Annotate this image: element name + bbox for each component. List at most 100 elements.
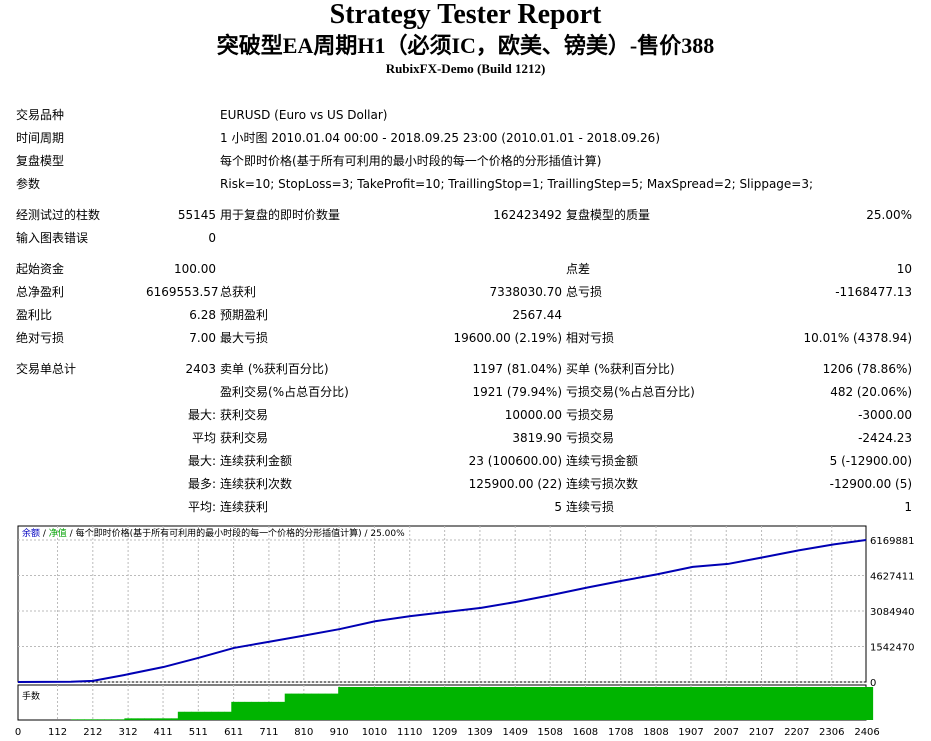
model-label: 复盘模型 — [16, 154, 65, 168]
volume-bar — [725, 687, 733, 720]
maximal-cons-profit-label: 连续获利次数 — [220, 477, 293, 491]
balance-chart: 0 1542470 3084940 4627411 6169881 0 112 212 312 4… — [14, 524, 931, 741]
volume-bar — [698, 687, 707, 720]
rel-dd-label: 相对亏损 — [566, 331, 615, 345]
volume-bar — [151, 718, 159, 720]
volume-bar — [839, 687, 847, 720]
volume-bar — [211, 711, 219, 720]
row-trades: 交易单总计 2403 卖单 (%获利百分比) 1197 (81.04%) 买单 … — [14, 357, 914, 380]
spread-value: 10 — [896, 261, 913, 276]
volume-bar — [665, 687, 673, 720]
volume-bar — [364, 687, 373, 720]
volume-bar — [398, 687, 406, 720]
max-dd-value: 19600.00 (2.19%) — [453, 330, 563, 345]
x-tick-label: 1409 — [502, 727, 527, 738]
volume-bar — [538, 687, 546, 720]
model-value: 每个即时价格(基于所有可利用的最小时段的每一个价格的分形插值计算) — [220, 154, 602, 168]
x-tick-label: 2306 — [819, 727, 844, 738]
volume-bar — [712, 687, 720, 720]
volume-bar — [498, 687, 506, 720]
report-subtitle: 突破型EA周期H1（必须IC，欧美、镑美）-售价388 — [216, 33, 715, 58]
max-cons-losses-label: 连续亏损金额 — [566, 454, 639, 468]
report-table: 交易品种 EURUSD (Euro vs US Dollar) 时间周期 1 小… — [14, 103, 914, 518]
volume-bar — [338, 687, 346, 720]
avg-cons-losses-label: 连续亏损 — [566, 500, 615, 514]
volume-bar — [845, 687, 854, 720]
volume-bar — [652, 687, 660, 720]
volume-bar — [344, 687, 352, 720]
volume-bar — [384, 687, 393, 720]
volume-bar — [632, 687, 640, 720]
volume-bar — [779, 687, 787, 720]
volume-bar — [404, 687, 413, 720]
gross-loss-value: -1168477.13 — [835, 284, 913, 299]
volume-bar — [191, 711, 199, 720]
max-dd-label: 最大亏损 — [220, 331, 269, 345]
row-average: 平均 获利交易 3819.90 亏损交易 -2424.23 — [14, 426, 914, 449]
volume-bar — [819, 687, 827, 720]
volume-bar — [224, 711, 232, 720]
volume-bar — [431, 687, 439, 720]
x-tick-label: 1808 — [643, 727, 668, 738]
trades-label: 交易单总计 — [16, 362, 77, 376]
abs-dd-label: 绝对亏损 — [16, 331, 65, 345]
volume-bar — [131, 718, 139, 720]
volume-bar — [77, 719, 85, 720]
volume-bar — [732, 687, 740, 720]
volume-bar — [124, 718, 132, 720]
x-tick-label: 1907 — [678, 727, 703, 738]
largest-profit-label: 获利交易 — [220, 408, 269, 422]
volume-bar — [518, 687, 526, 720]
avg-cons-wins-value: 5 — [554, 499, 563, 514]
volume-bar — [672, 687, 680, 720]
maximal-cons-profit-value: 125900.00 (22) — [468, 476, 563, 491]
volume-bar — [759, 687, 767, 720]
volume-bar — [805, 687, 813, 720]
volume-bar — [618, 687, 626, 720]
volume-bar — [84, 719, 92, 720]
volume-bar — [425, 687, 433, 720]
volume-bar — [411, 687, 419, 720]
volume-bar — [645, 687, 653, 720]
volume-bar — [438, 687, 446, 720]
x-tick-label: 2406 — [854, 727, 879, 738]
volume-bar — [685, 687, 693, 720]
volume-bar — [799, 687, 807, 720]
net-label: 总净盈利 — [16, 285, 65, 299]
volume-bar — [592, 687, 600, 720]
profit-trades-label: 盈利交易(%占总百分比) — [220, 385, 349, 399]
x-tick-label: 2207 — [784, 727, 809, 738]
volume-bar — [451, 687, 459, 720]
long-label: 买单 (%获利百分比) — [566, 362, 675, 376]
volume-bar — [378, 687, 386, 720]
volume-bar — [705, 687, 713, 720]
maximal-cons-loss-value: -12900.00 (5) — [829, 476, 913, 491]
row-pf: 盈利比 6.28 预期盈利 2567.44 — [14, 303, 914, 326]
volume-bar — [558, 687, 566, 720]
volume-bar — [551, 687, 560, 720]
row-period: 时间周期 1 小时图 2010.01.04 00:00 - 2018.09.25… — [14, 126, 914, 149]
volume-bar — [565, 687, 573, 720]
volume-bar — [792, 687, 800, 720]
maximal-label: 最多: — [187, 477, 217, 491]
x-tick-label: 212 — [83, 727, 102, 738]
x-tick-label: 611 — [224, 727, 243, 738]
largest-loss-label: 亏损交易 — [566, 408, 615, 422]
volume-bar — [866, 687, 874, 720]
y-tick-label: 3084940 — [870, 607, 915, 618]
volume-bar — [458, 687, 466, 720]
volume-bar — [625, 687, 633, 720]
volume-bar — [785, 687, 793, 720]
volume-bar — [465, 687, 473, 720]
profit-trades-value: 1921 (79.94%) — [472, 384, 563, 399]
volume-bar — [572, 687, 580, 720]
bars-value: 55145 — [177, 207, 217, 222]
volume-bar — [331, 693, 339, 720]
row-avg-cons: 平均: 连续获利 5 连续亏损 1 — [14, 495, 914, 518]
volume-bar — [111, 719, 119, 720]
volume-bar — [391, 687, 399, 720]
period-label: 时间周期 — [16, 131, 65, 145]
volume-bar — [445, 687, 453, 720]
chart-legend: 余额 / 净值 / 每个即时价格(基于所有可利用的最小时段的每一个价格的分形插值… — [22, 528, 405, 540]
x-tick-label: 1010 — [362, 727, 387, 738]
